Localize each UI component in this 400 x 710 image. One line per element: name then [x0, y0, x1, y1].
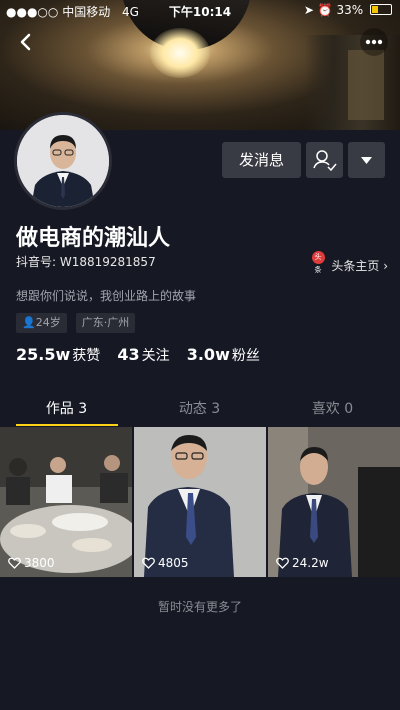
- video-grid: 3800 4805 24.2w: [0, 427, 400, 577]
- more-options-button[interactable]: [360, 28, 388, 56]
- likes-label: 获赞: [72, 348, 101, 364]
- chevron-right-icon: ›: [383, 259, 388, 273]
- status-bar: ●●●○○ 中国移动 4G 下午10:14 ➤ ⏰ 33%: [0, 0, 400, 22]
- back-button[interactable]: [14, 30, 38, 54]
- following-label[interactable]: 关注: [142, 348, 170, 364]
- douyin-id: 抖音号: W18819281857: [16, 255, 156, 269]
- followers-label[interactable]: 粉丝: [232, 348, 260, 364]
- follow-status-button[interactable]: [306, 142, 343, 178]
- age-tag: 👤24岁: [16, 313, 67, 333]
- heart-icon: [8, 557, 21, 569]
- avatar[interactable]: [14, 112, 112, 210]
- video-1-likes: 3800: [24, 556, 55, 570]
- toutiao-link-label: 头条主页: [331, 259, 380, 273]
- battery-icon: [370, 4, 392, 15]
- tab-likes[interactable]: 喜欢 0: [266, 398, 399, 418]
- video-like-count: 4805: [142, 556, 189, 570]
- video-like-count: 3800: [8, 556, 55, 570]
- content-tabs: 作品 3 动态 3 喜欢 0: [0, 392, 400, 426]
- send-message-button[interactable]: 发消息: [222, 142, 301, 178]
- more-dots-icon: [365, 39, 383, 45]
- video-3-thumbnail-image: [268, 427, 400, 577]
- video-2-likes: 4805: [158, 556, 189, 570]
- video-3-likes: 24.2w: [292, 556, 329, 570]
- followers-count[interactable]: 3.0w: [187, 345, 230, 364]
- heart-icon: [276, 557, 289, 569]
- video-like-count: 24.2w: [276, 556, 329, 570]
- profile-name: 做电商的潮汕人: [16, 226, 171, 251]
- profile-bio: 想跟你们说说，我创业路上的故事: [16, 289, 197, 303]
- heart-icon: [142, 557, 155, 569]
- avatar-photo: [17, 115, 109, 207]
- toutiao-homepage-link[interactable]: 头条 头条主页 ›: [311, 251, 388, 274]
- location-icon: ➤: [303, 3, 314, 17]
- likes-count: 25.5w: [16, 345, 71, 364]
- dropdown-button[interactable]: [348, 142, 385, 178]
- video-thumbnail[interactable]: 3800: [0, 427, 132, 577]
- age-tag-label: 24岁: [35, 316, 61, 329]
- profile-tags: 👤24岁 广东·广州: [16, 311, 139, 333]
- active-tab-indicator: [16, 424, 118, 426]
- battery-percent: 33%: [336, 3, 364, 17]
- user-check-icon: [313, 150, 337, 172]
- person-icon: 👤: [22, 316, 36, 329]
- tab-activity[interactable]: 动态 3: [133, 398, 266, 418]
- triangle-down-icon: [361, 157, 372, 164]
- video-2-thumbnail-image: [134, 427, 266, 577]
- video-1-thumbnail-image: [0, 427, 132, 577]
- following-count[interactable]: 43: [117, 345, 139, 364]
- profile-stats: 25.5w 获赞 43 关注 3.0w 粉丝: [16, 345, 272, 365]
- tab-works[interactable]: 作品 3: [0, 398, 133, 418]
- cover-poster: [348, 50, 384, 120]
- toutiao-logo-icon: 头条: [311, 251, 325, 274]
- no-more-content-text: 暂时没有更多了: [157, 600, 242, 614]
- status-right: ➤ ⏰ 33%: [304, 3, 392, 17]
- alarm-icon: ⏰: [317, 3, 333, 17]
- video-thumbnail[interactable]: 4805: [134, 427, 266, 577]
- lamp-bulb: [150, 28, 210, 78]
- back-arrow-icon: [20, 33, 31, 51]
- video-thumbnail[interactable]: 24.2w: [268, 427, 400, 577]
- location-tag: 广东·广州: [75, 313, 136, 333]
